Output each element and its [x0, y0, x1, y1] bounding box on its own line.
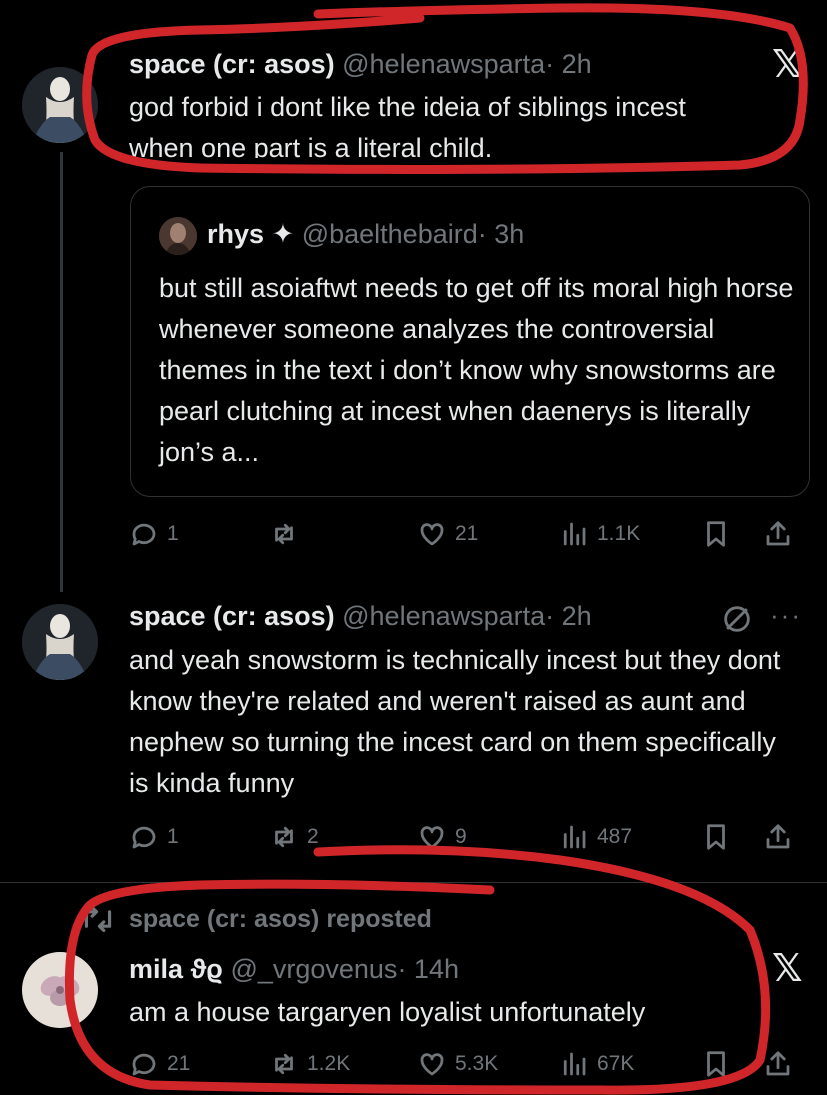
views-count: 67K [597, 1052, 635, 1075]
quote-text: but still asoiaftwt needs to get off its… [159, 273, 794, 467]
author-name[interactable]: space (cr: asos) [129, 601, 335, 631]
views-button[interactable]: 1.1K [559, 514, 640, 554]
quote-header: rhys ✦ @baelthebaird· 3h [207, 219, 524, 250]
tweet-text-line-1: god forbid i dont like the ideia of sibl… [129, 92, 686, 122]
bookmark-button[interactable] [701, 1044, 731, 1084]
tweet-actions: 1 2 9 487 [129, 817, 809, 857]
views-count: 1.1K [597, 522, 641, 545]
verified-badge-icon: ✦ [271, 219, 295, 249]
reply-icon [132, 1053, 156, 1076]
author-name[interactable]: space (cr: asos) [129, 49, 335, 79]
like-button[interactable]: 21 [417, 514, 478, 554]
repost-count: 2 [307, 825, 319, 848]
reply-button[interactable]: 1 [129, 514, 179, 554]
tweet-actions: 1 21 1.1K [129, 514, 809, 554]
repost-icon [275, 1053, 293, 1075]
author-handle[interactable]: @helenawsparta [342, 601, 545, 631]
bookmark-icon [707, 521, 725, 547]
views-icon [563, 1052, 586, 1076]
like-button[interactable]: 5.3K [417, 1044, 498, 1084]
tweet-2[interactable]: space (cr: asos) @helenawsparta· 2h ··· … [0, 590, 827, 880]
x-logo-icon[interactable]: 𝕏 [772, 946, 803, 991]
share-button[interactable] [763, 514, 793, 554]
views-button[interactable]: 487 [559, 817, 632, 857]
views-count: 487 [597, 825, 633, 848]
thread-line [60, 152, 63, 592]
bookmark-icon [707, 824, 725, 850]
avatar[interactable] [22, 67, 98, 143]
reply-icon [132, 826, 156, 849]
share-button[interactable] [763, 1044, 793, 1084]
tweet-header: space (cr: asos) @helenawsparta· 2h [129, 47, 592, 81]
share-icon [766, 824, 790, 849]
like-count: 9 [455, 825, 467, 848]
views-icon [563, 522, 586, 546]
bookmark-button[interactable] [701, 514, 731, 554]
like-button[interactable]: 9 [417, 817, 467, 857]
tweet-text-line-2: when one part is a literal child. [129, 133, 493, 158]
reply-count: 21 [167, 1052, 191, 1075]
reply-count: 1 [167, 522, 179, 545]
timestamp[interactable]: · 14h [397, 954, 459, 984]
tweet-1[interactable]: space (cr: asos) @helenawsparta· 2h 𝕏 go… [0, 0, 827, 592]
reply-icon [132, 523, 156, 546]
tweet-text: am a house targaryen loyalist unfortunat… [129, 997, 646, 1027]
bookmark-button[interactable] [701, 817, 731, 857]
reply-count: 1 [167, 825, 179, 848]
repost-label[interactable]: space (cr: asos) reposted [129, 905, 432, 934]
quote-avatar[interactable] [159, 217, 197, 255]
repost-icon [84, 906, 112, 932]
repost-icon [275, 826, 293, 848]
like-count: 21 [455, 522, 479, 545]
quoted-tweet[interactable]: rhys ✦ @baelthebaird· 3h but still asoia… [130, 186, 810, 497]
timestamp[interactable]: · 2h [545, 49, 592, 79]
tweet-actions: 21 1.2K 5.3K 67K [129, 1044, 809, 1084]
share-button[interactable] [763, 817, 793, 857]
reply-button[interactable]: 21 [129, 1044, 190, 1084]
views-icon [563, 825, 586, 849]
avatar[interactable] [22, 952, 98, 1028]
repost-button[interactable]: 1.2K [269, 1044, 350, 1084]
views-button[interactable]: 67K [559, 1044, 634, 1084]
divider [0, 882, 827, 883]
like-icon [420, 826, 444, 849]
repost-button[interactable]: 2 [269, 817, 319, 857]
like-count: 5.3K [455, 1052, 499, 1075]
author-handle[interactable]: @helenawsparta [342, 49, 545, 79]
author-name[interactable]: mila ϑϱ [129, 954, 223, 984]
like-icon [420, 1053, 444, 1076]
quote-author-handle[interactable]: @baelthebaird [302, 219, 478, 249]
tweet-3[interactable]: mila ϑϱ @_vrgovenus· 14h 𝕏 am a house ta… [0, 940, 827, 1095]
bookmark-icon [707, 1051, 725, 1077]
like-icon [420, 523, 444, 546]
more-icon[interactable]: ··· [770, 600, 802, 631]
repost-count: 1.2K [307, 1052, 351, 1075]
x-logo-icon[interactable]: 𝕏 [772, 42, 803, 87]
repost-icon [275, 523, 293, 545]
author-handle[interactable]: @_vrgovenus [230, 954, 397, 984]
tweet-text: and yeah snowstorm is technically incest… [129, 645, 781, 798]
quote-timestamp[interactable]: · 3h [478, 219, 525, 249]
reply-button[interactable]: 1 [129, 817, 179, 857]
tweet-header: mila ϑϱ @_vrgovenus· 14h [129, 952, 459, 986]
timestamp[interactable]: · 2h [545, 601, 592, 631]
grok-icon[interactable] [720, 602, 754, 636]
avatar[interactable] [22, 604, 98, 680]
tweet-header: space (cr: asos) @helenawsparta· 2h [129, 599, 592, 633]
quote-author-name[interactable]: rhys [207, 219, 264, 249]
share-icon [766, 1051, 790, 1076]
repost-button[interactable] [269, 514, 307, 554]
share-icon [766, 521, 790, 546]
